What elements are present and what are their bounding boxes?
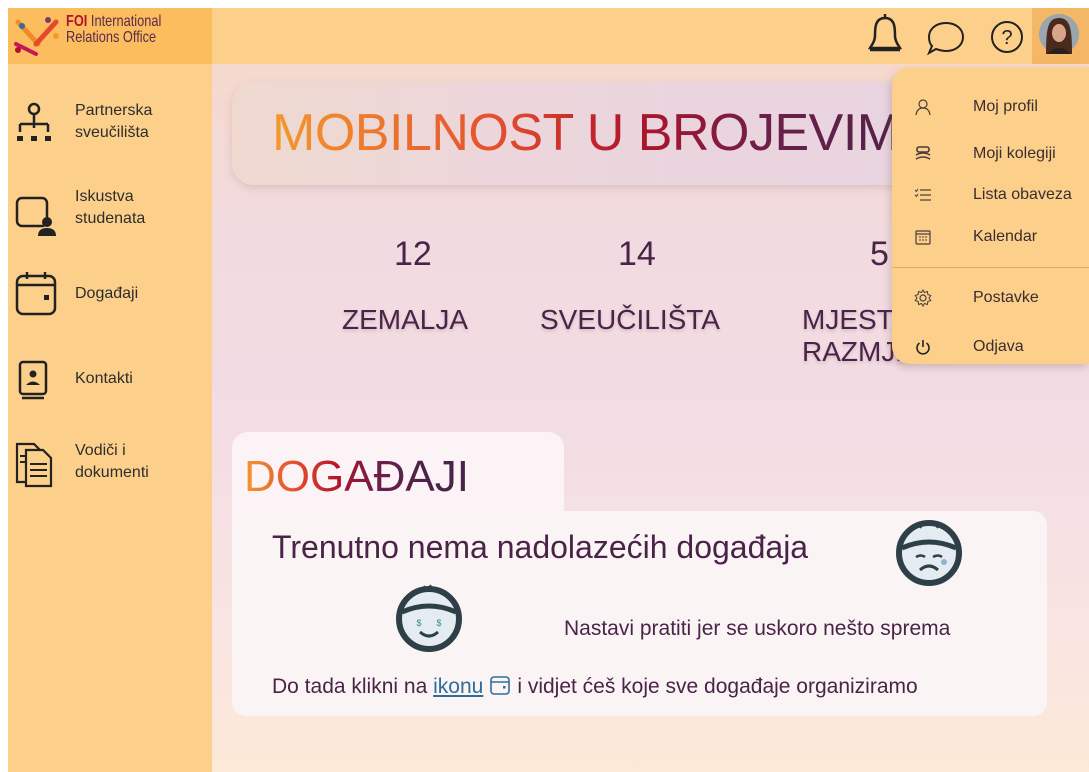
gear-icon: [914, 289, 932, 307]
menu-item-my-courses[interactable]: Moji kolegiji: [892, 136, 1089, 172]
top-bar: ?: [212, 8, 1089, 64]
profile-icon: [915, 99, 931, 116]
menu-item-todo-list[interactable]: Lista obaveza: [892, 177, 1089, 213]
avatar: [1039, 14, 1079, 54]
sidebar-item-label: Događaji: [75, 285, 139, 302]
menu-item-label: Kalendar: [973, 228, 1038, 245]
user-menu-dropdown: Moj profil Moji kolegiji Lista obaveza K…: [892, 67, 1089, 364]
svg-text:$: $: [416, 618, 421, 628]
courses-icon: [915, 146, 931, 160]
sad-face-icon: [896, 520, 962, 586]
sidebar-item-guides-documents[interactable]: Vodiči i dokumenti: [8, 438, 212, 498]
mobility-hero: MOBILNOST U BROJEVIMA: [232, 82, 934, 185]
bell-icon[interactable]: [867, 12, 903, 56]
sidebar-item-label: Partnerska sveučilišta: [75, 102, 153, 141]
logo-text: FOI International Relations Office: [66, 13, 162, 46]
foi-logo-icon: [14, 17, 59, 56]
student-experience-icon: [15, 196, 56, 236]
menu-item-label: Lista obaveza: [973, 186, 1072, 203]
svg-text:?: ?: [1001, 27, 1012, 49]
happy-face-icon: $ $: [396, 584, 462, 652]
menu-item-my-profile[interactable]: Moj profil: [892, 89, 1089, 125]
menu-item-settings[interactable]: Postavke: [892, 280, 1089, 316]
stat-exchange-number: 5: [870, 235, 889, 273]
checklist-icon: [914, 188, 931, 201]
menu-item-label: Moj profil: [973, 98, 1038, 115]
hierarchy-icon: [17, 102, 51, 141]
help-icon[interactable]: ?: [990, 20, 1024, 54]
sidebar-item-label: Kontakti: [75, 370, 133, 387]
menu-divider: [892, 267, 1089, 268]
contact-book-icon: [18, 360, 48, 400]
documents-icon: [15, 442, 53, 488]
sidebar: FOI International Relations Office Partn…: [8, 8, 212, 772]
sidebar-item-contacts[interactable]: Kontakti: [8, 356, 212, 406]
sidebar-item-label: Vodiči i dokumenti: [75, 442, 149, 481]
menu-item-label: Moji kolegiji: [973, 145, 1056, 162]
svg-text:$: $: [436, 618, 441, 628]
stat-countries-label: ZEMALJA: [342, 304, 469, 335]
avatar-button[interactable]: [1032, 8, 1089, 64]
stat-universities-number: 14: [618, 235, 656, 273]
sidebar-item-partner-universities[interactable]: Partnerska sveučilišta: [8, 96, 212, 156]
calendar-icon: [15, 272, 57, 316]
logo[interactable]: FOI International Relations Office: [8, 8, 212, 64]
menu-item-logout[interactable]: Odjava: [892, 329, 1089, 365]
calendar-icon[interactable]: [489, 674, 511, 696]
menu-item-label: Odjava: [973, 338, 1024, 355]
menu-item-label: Postavke: [973, 289, 1039, 306]
stat-universities-label: SVEUČILIŠTA: [540, 304, 720, 335]
power-icon: [916, 340, 930, 355]
events-hint: Do tada klikni na ikonu i vidjet ćeš koj…: [272, 674, 918, 698]
continue-message: Nastavi pratiti jer se uskoro nešto spre…: [564, 617, 951, 640]
chat-icon[interactable]: [926, 20, 966, 56]
sidebar-item-label: Iskustva studenata: [75, 188, 146, 227]
no-events-message: Trenutno nema nadolazećih događaja: [272, 529, 809, 565]
menu-item-calendar[interactable]: Kalendar: [892, 219, 1089, 255]
hero-title: MOBILNOST U BROJEVIMA: [272, 104, 934, 162]
calendar-icon: [915, 230, 931, 245]
sidebar-item-student-experiences[interactable]: Iskustva studenata: [8, 184, 212, 244]
icon-link[interactable]: ikonu: [433, 675, 483, 698]
app-window: FOI International Relations Office Partn…: [8, 8, 1089, 772]
sidebar-item-events[interactable]: Događaji: [8, 268, 212, 324]
events-title: DOGAĐAJI: [244, 452, 469, 501]
stat-countries-number: 12: [394, 235, 432, 273]
